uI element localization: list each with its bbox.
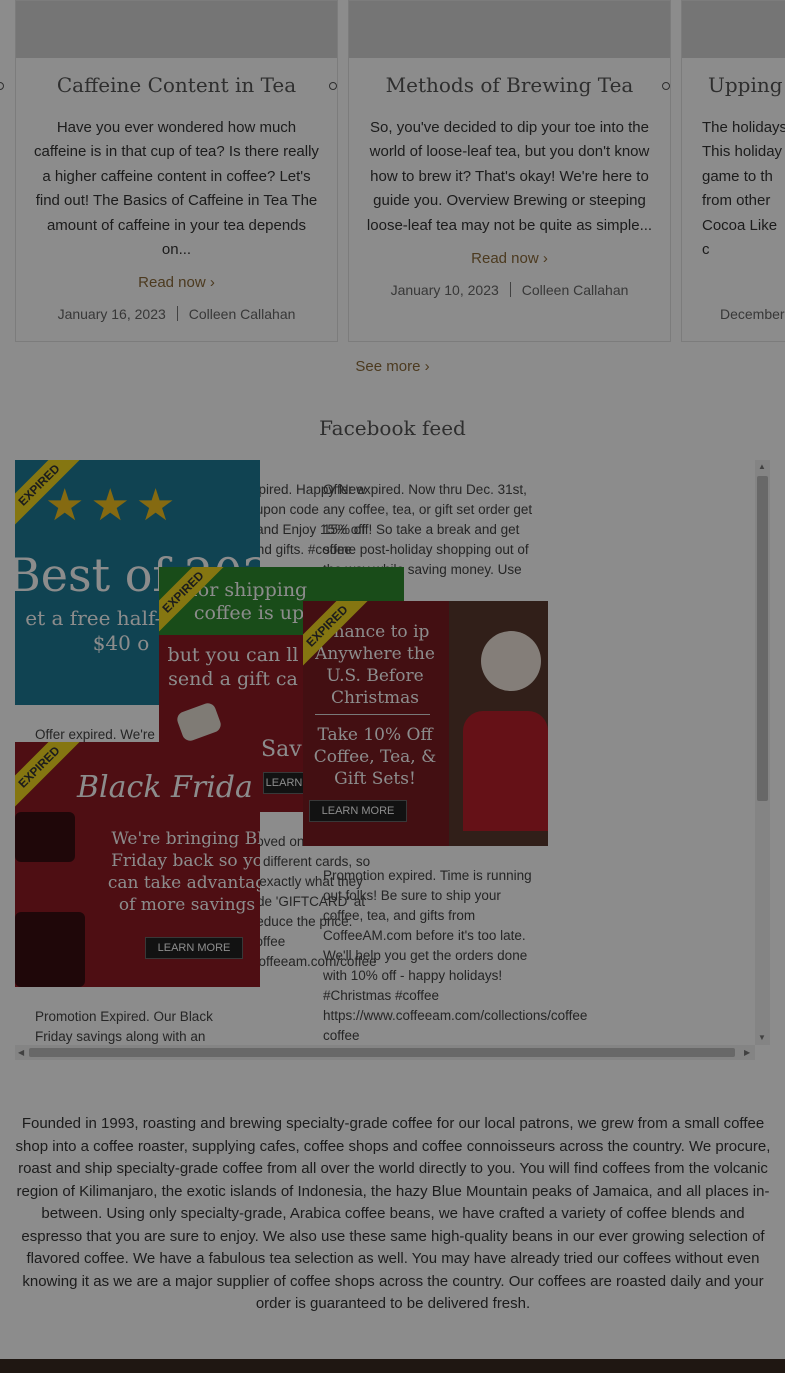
- post-author: Colleen Callahan: [188, 306, 296, 322]
- promo-subtext: but you can ll send a gift ca: [167, 644, 299, 690]
- learn-more-button[interactable]: LEARN: [263, 772, 305, 794]
- post-date: January 10, 2023: [390, 282, 499, 298]
- about-text: Founded in 1993, roasting and brewing sp…: [15, 1115, 771, 1312]
- blog-card-title[interactable]: Methods of Brewing Tea: [349, 73, 670, 97]
- gift-card-icon: [175, 701, 223, 743]
- gift-box-icon: [15, 912, 85, 987]
- carousel-dot[interactable]: [0, 82, 4, 90]
- blog-card-excerpt: So, you've decided to dip your toe into …: [366, 119, 653, 234]
- see-more-link[interactable]: See more ›: [0, 358, 785, 375]
- scroll-up-icon[interactable]: ▲: [758, 462, 766, 472]
- promo-save-text: Sav: [261, 737, 302, 762]
- blog-card-excerpt: Have you ever wondered how much caffeine…: [34, 119, 319, 259]
- learn-more-button[interactable]: LEARN MORE: [309, 800, 407, 822]
- post-author: Colleen Callahan: [521, 282, 629, 298]
- footer-bar: [0, 1359, 785, 1373]
- scroll-down-icon[interactable]: ▼: [758, 1033, 766, 1043]
- horizontal-scrollbar[interactable]: ◀ ▶: [15, 1045, 755, 1060]
- blog-card-image[interactable]: [16, 1, 337, 58]
- santa-icon: [481, 631, 541, 691]
- blog-card-meta: January 16, 2023 Colleen Callahan: [16, 306, 337, 322]
- carousel-dot[interactable]: [662, 82, 670, 90]
- feed-post-image[interactable]: Black Frida We're bringing Bl Friday bac…: [15, 742, 260, 987]
- scrollbar-thumb[interactable]: [757, 476, 768, 801]
- feed-post-text: Promotion expired. Time is running out f…: [323, 868, 588, 1043]
- post-date: December: [720, 306, 785, 322]
- scroll-left-icon[interactable]: ◀: [18, 1048, 24, 1058]
- feed-post-image[interactable]: Chance to ip Anywhere the U.S. Before Ch…: [303, 601, 548, 846]
- learn-more-button[interactable]: LEARN MORE: [145, 937, 243, 959]
- facebook-feed[interactable]: Promotion expired. Happy New Year! Use c…: [15, 459, 771, 1059]
- promo-headline: Black Frida: [77, 770, 253, 805]
- blog-card[interactable]: Methods of Brewing Tea So, you've decide…: [348, 0, 671, 342]
- gift-box-icon: [15, 812, 75, 862]
- blog-card-excerpt: The holidays This holiday game to th fro…: [702, 119, 785, 259]
- chevron-right-icon: ›: [209, 274, 215, 291]
- chevron-right-icon: ›: [542, 250, 548, 267]
- blog-card[interactable]: Caffeine Content in Tea Have you ever wo…: [15, 0, 338, 342]
- blog-card-title[interactable]: Caffeine Content in Tea: [16, 73, 337, 97]
- scrollbar-thumb[interactable]: [29, 1048, 735, 1057]
- post-date: January 16, 2023: [57, 306, 166, 322]
- blog-card-image[interactable]: [682, 1, 785, 58]
- promo-subtext: Take 10% Off Coffee, Tea, & Gift Sets!: [313, 725, 437, 789]
- blog-card-title[interactable]: Upping Y: [708, 73, 785, 97]
- star-rating-icon: ★★★: [45, 480, 182, 531]
- read-now-link[interactable]: Read now ›: [16, 274, 337, 291]
- read-now-link[interactable]: Read now ›: [349, 250, 670, 267]
- carousel-dot[interactable]: [329, 82, 337, 90]
- vertical-scrollbar[interactable]: ▲ ▼: [755, 460, 770, 1045]
- blog-card-image[interactable]: [349, 1, 670, 58]
- chevron-right-icon: ›: [424, 358, 430, 375]
- facebook-feed-heading: Facebook feed: [319, 416, 466, 440]
- scroll-right-icon[interactable]: ▶: [744, 1048, 750, 1058]
- blog-card-meta: January 10, 2023 Colleen Callahan: [349, 282, 670, 298]
- promo-subtext: We're bringing Bl Friday back so yo can …: [107, 829, 260, 915]
- blog-card[interactable]: Upping Y The holidays This holiday game …: [681, 0, 785, 342]
- feed-post-text: Promotion Expired. Our Black Friday savi…: [35, 1009, 213, 1044]
